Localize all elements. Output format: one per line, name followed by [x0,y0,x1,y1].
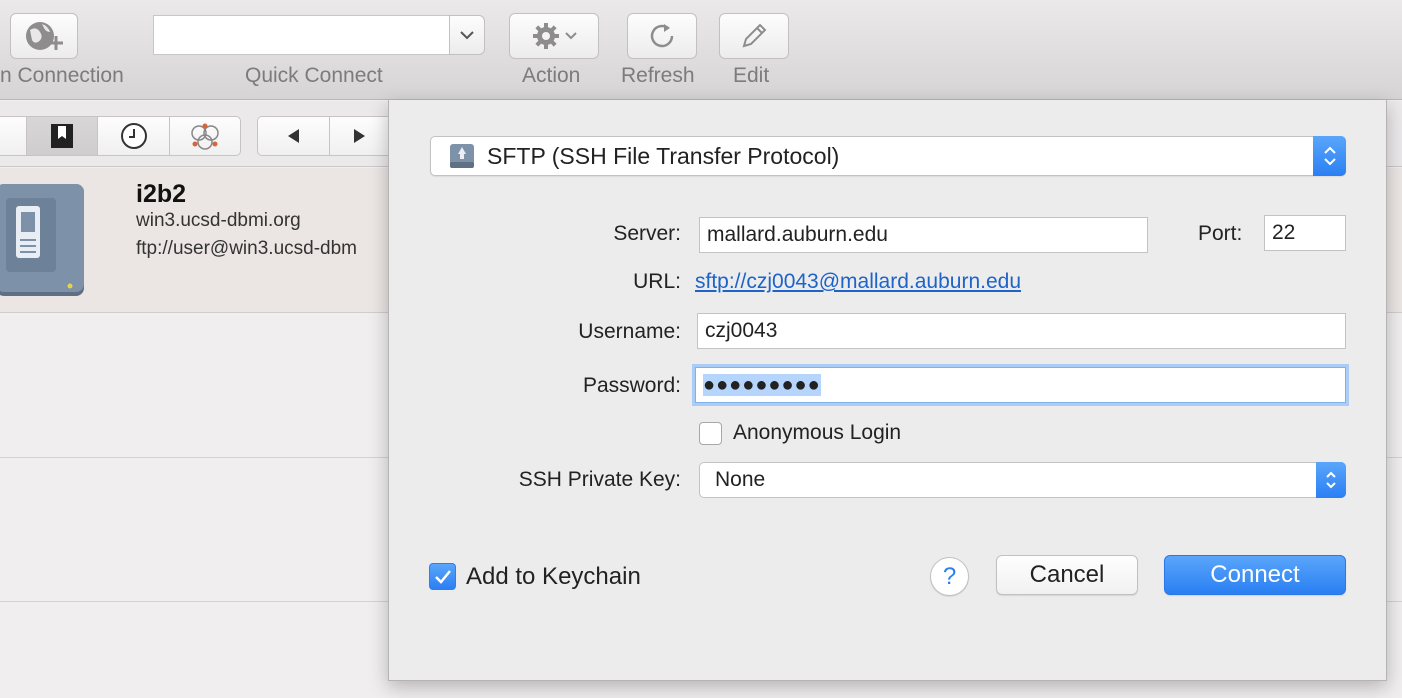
action-button[interactable] [509,13,599,59]
password-field[interactable]: ●●●●●●●●● [695,367,1346,403]
arrow-right-icon [354,129,365,143]
protocol-select[interactable]: SFTP (SSH File Transfer Protocol) [430,136,1346,176]
add-to-keychain-checkbox[interactable] [429,563,456,590]
updown-chevron-icon [1323,146,1336,166]
quick-connect-dropdown[interactable] [449,15,485,55]
password-label: Password: [582,374,681,397]
bonjour-icon [191,123,219,150]
password-masked-value: ●●●●●●●●● [703,374,821,396]
url-label: URL: [633,270,681,293]
bonjour-tab[interactable] [169,116,241,156]
cancel-button[interactable]: Cancel [996,555,1138,595]
sftp-drive-icon [450,144,474,168]
open-connection-button[interactable] [10,13,78,59]
globe-plus-icon [26,22,63,50]
back-button[interactable] [257,116,330,156]
bookmark-hostname: win3.ucsd-dbmi.org [136,210,301,231]
ssh-key-stepper[interactable] [1316,462,1346,498]
bookmark-icon [51,124,73,148]
username-label: Username: [578,320,681,343]
protocol-stepper[interactable] [1313,136,1346,176]
connection-dialog: SFTP (SSH File Transfer Protocol) Server… [388,100,1387,681]
username-field[interactable] [697,313,1346,349]
open-connection-label: n Connection [0,64,124,87]
clock-icon [120,123,147,149]
forward-button[interactable] [329,116,389,156]
add-to-keychain-label: Add to Keychain [466,563,641,590]
bookmark-url: ftp://user@win3.ucsd-dbm [136,238,357,259]
chevron-down-icon [565,32,577,40]
edit-button[interactable] [719,13,789,59]
quick-connect-input[interactable] [153,15,450,55]
refresh-label: Refresh [621,64,695,87]
updown-chevron-icon [1326,471,1336,489]
protocol-value: SFTP (SSH File Transfer Protocol) [487,143,840,169]
url-link[interactable]: sftp://czj0043@mallard.auburn.edu [695,270,1021,294]
pencil-icon [742,23,767,48]
arrow-left-icon [287,129,299,143]
ssh-key-value: None [715,468,766,491]
bookmarks-tab[interactable] [26,116,98,156]
ssh-key-label: SSH Private Key: [518,468,681,491]
ssh-key-select[interactable]: None [699,462,1346,498]
anonymous-login-label: Anonymous Login [733,421,902,444]
server-field[interactable] [699,217,1148,253]
refresh-icon [650,24,674,48]
chevron-down-icon [460,31,474,40]
connect-button[interactable]: Connect [1164,555,1346,595]
port-field[interactable] [1264,215,1346,251]
refresh-button[interactable] [627,13,697,59]
outline-view-segment[interactable] [0,116,27,156]
port-label: Port: [1198,222,1243,245]
help-button[interactable]: ? [930,557,969,596]
history-tab[interactable] [97,116,170,156]
edit-label: Edit [733,64,770,87]
anonymous-login-checkbox[interactable] [699,422,722,445]
quick-connect-label: Quick Connect [245,64,383,87]
checkmark-icon [434,569,451,584]
action-label: Action [522,64,581,87]
gear-icon [533,23,559,49]
bookmark-title: i2b2 [136,180,187,208]
network-drive-icon [0,184,84,296]
server-label: Server: [613,222,681,245]
toolbar: n Connection Quick Connect Action Refres… [0,0,1402,100]
